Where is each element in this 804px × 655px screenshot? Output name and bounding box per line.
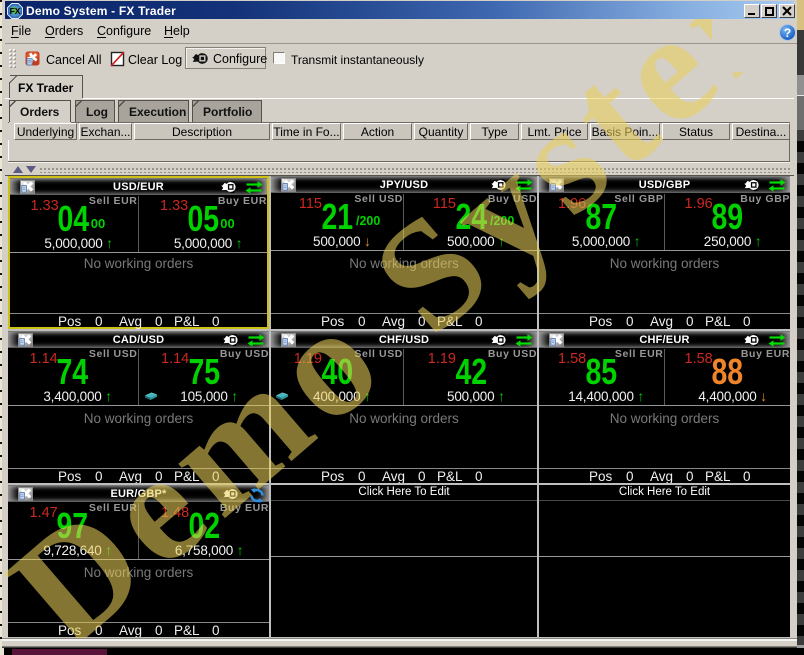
svg-text:FX: FX	[10, 6, 21, 16]
